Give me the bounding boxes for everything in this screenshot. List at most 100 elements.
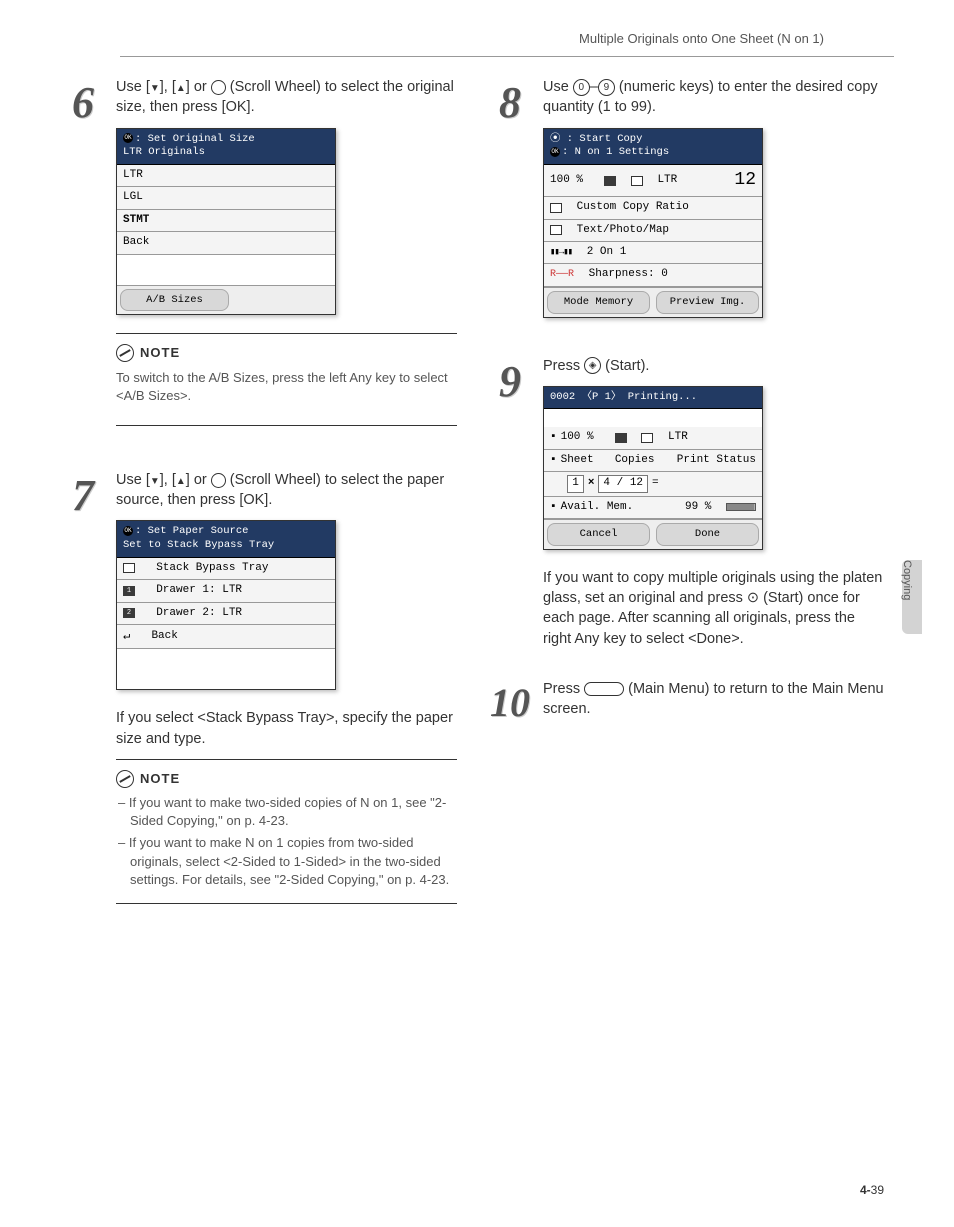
step-body: Press (Main Menu) to return to the Main …: [543, 679, 884, 730]
step-number: 9: [477, 356, 543, 659]
lcd-header: 0002 〈P 1〉 Printing...: [544, 387, 762, 410]
lcd-btn-done: Done: [656, 523, 759, 546]
lcd-header: OK: Set Original Size LTR Originals: [117, 129, 335, 165]
step-number: 10: [477, 679, 543, 730]
step-9: 9 Press ◈ (Start). 0002 〈P 1〉 Printing..…: [477, 356, 884, 659]
step-body: Use [], [] or (Scroll Wheel) to select t…: [116, 470, 457, 928]
ratio-icon: [550, 203, 562, 213]
ok-icon: OK: [123, 133, 133, 143]
lcd-btn-ab: A/B Sizes: [120, 289, 229, 312]
light-page-icon: [631, 176, 643, 186]
lcd-footer: A/B Sizes: [117, 285, 335, 315]
lcd-blank: [544, 409, 762, 427]
step-7: 7 Use [], [] or (Scroll Wheel) to select…: [50, 470, 457, 928]
tray-icon: [123, 563, 135, 573]
lcd-row-counts: 1 × 4 / 12 =: [544, 472, 762, 496]
note-title: NOTE: [116, 770, 457, 788]
lcd-row-quality: Text/Photo/Map: [544, 220, 762, 242]
step7-text: Use [], [] or (Scroll Wheel) to select t…: [116, 470, 457, 511]
lcd-footer: Cancel Done: [544, 519, 762, 549]
dark-page-icon: [615, 433, 627, 443]
step-body: Use [], [] or (Scroll Wheel) to select t…: [116, 77, 457, 450]
lcd-btn-preview: Preview Img.: [656, 291, 759, 314]
step-number: 7: [50, 470, 116, 928]
note-text: To switch to the A/B Sizes, press the le…: [116, 369, 457, 405]
step8-text: Use 0–9 (numeric keys) to enter the desi…: [543, 77, 884, 118]
main-menu-key-icon: [584, 682, 624, 696]
step-number: 6: [50, 77, 116, 450]
lcd-row-ratio: ▪ 100 % LTR: [544, 427, 762, 449]
drawer-2-icon: 2: [123, 608, 135, 618]
page-header: Multiple Originals onto One Sheet (N on …: [120, 0, 894, 57]
left-column: 6 Use [], [] or (Scroll Wheel) to select…: [40, 77, 467, 948]
page-number: 4-39: [860, 1182, 884, 1199]
step10-text: Press (Main Menu) to return to the Main …: [543, 679, 884, 720]
ok-icon: OK: [123, 526, 133, 536]
pencil-icon: [116, 344, 134, 362]
2on1-icon: [550, 245, 572, 260]
lcd-header: ⦿ : Start Copy OK: N on 1 Settings: [544, 129, 762, 165]
lcd-row-stmt: STMT: [117, 210, 335, 232]
step7-after: If you select <Stack Bypass Tray>, speci…: [116, 708, 457, 749]
step9-text: Press ◈ (Start).: [543, 356, 884, 376]
lcd-row-labels: ▪ Sheet Copies Print Status: [544, 450, 762, 472]
note-item-1: If you want to make two-sided copies of …: [116, 794, 457, 830]
light-page-icon: [641, 433, 653, 443]
copy-quantity: 12: [734, 168, 756, 193]
lcd-row-sharpness: R——R Sharpness: 0: [544, 264, 762, 286]
content-columns: 6 Use [], [] or (Scroll Wheel) to select…: [0, 77, 954, 948]
numeric-key-0: 0: [573, 79, 590, 96]
lcd-original-size: OK: Set Original Size LTR Originals LTR …: [116, 128, 336, 316]
lcd-paper-source: OK: Set Paper Source Set to Stack Bypass…: [116, 520, 336, 690]
down-triangle-icon: [150, 79, 160, 95]
lcd-row-ltr: LTR: [117, 165, 335, 187]
lcd-btn-cancel: Cancel: [547, 523, 650, 546]
step-10: 10 Press (Main Menu) to return to the Ma…: [477, 679, 884, 730]
step-6: 6 Use [], [] or (Scroll Wheel) to select…: [50, 77, 457, 450]
lcd-row-drawer1: 1 Drawer 1: LTR: [117, 580, 335, 602]
sheet-count: 1: [567, 475, 584, 492]
sharpness-icon: R——R: [550, 268, 574, 282]
lcd-row-bypass: Stack Bypass Tray: [117, 558, 335, 580]
header-title: Multiple Originals onto One Sheet (N on …: [579, 31, 824, 46]
lcd-row-2on1: 2 On 1: [544, 242, 762, 264]
scroll-wheel-icon: [211, 473, 226, 488]
copies-count: 4 / 12: [598, 475, 648, 492]
step6-text: Use [], [] or (Scroll Wheel) to select t…: [116, 77, 457, 118]
step-body: Use 0–9 (numeric keys) to enter the desi…: [543, 77, 884, 335]
return-icon: [123, 628, 130, 645]
step-8: 8 Use 0–9 (numeric keys) to enter the de…: [477, 77, 884, 335]
lcd-row-lgl: LGL: [117, 187, 335, 209]
note-box-1: NOTE To switch to the A/B Sizes, press t…: [116, 333, 457, 426]
note-title: NOTE: [116, 344, 457, 362]
lcd-printing: 0002 〈P 1〉 Printing... ▪ 100 % LTR ▪ She…: [543, 386, 763, 550]
step9-after: If you want to copy multiple originals u…: [543, 568, 884, 649]
doc-icon: [550, 225, 562, 235]
scroll-wheel-icon: [211, 80, 226, 95]
lcd-row-memory: ▪ Avail. Mem. 99 %: [544, 497, 762, 519]
step-number: 8: [477, 77, 543, 335]
start-key-icon: ◈: [584, 357, 601, 374]
down-triangle-icon: [150, 472, 160, 488]
up-triangle-icon: [176, 472, 186, 488]
lcd-row-drawer2: 2 Drawer 2: LTR: [117, 603, 335, 625]
lcd-btn-mode: Mode Memory: [547, 291, 650, 314]
pencil-icon: [116, 770, 134, 788]
memory-bar-icon: [726, 503, 756, 511]
lcd-non1-settings: ⦿ : Start Copy OK: N on 1 Settings 100 %…: [543, 128, 763, 318]
side-label: Copying: [899, 560, 914, 600]
up-triangle-icon: [176, 79, 186, 95]
numeric-key-9: 9: [598, 79, 615, 96]
lcd-footer: Mode Memory Preview Img.: [544, 287, 762, 317]
lcd-header: OK: Set Paper Source Set to Stack Bypass…: [117, 521, 335, 557]
ok-icon: OK: [550, 147, 560, 157]
note-item-2: If you want to make N on 1 copies from t…: [116, 834, 457, 889]
right-column: 8 Use 0–9 (numeric keys) to enter the de…: [467, 77, 894, 948]
dark-page-icon: [604, 176, 616, 186]
lcd-row-back: Back: [117, 232, 335, 254]
lcd-blank: [117, 255, 335, 285]
lcd-blank: [117, 649, 335, 689]
step-body: Press ◈ (Start). 0002 〈P 1〉 Printing... …: [543, 356, 884, 659]
note-box-2: NOTE If you want to make two-sided copie…: [116, 759, 457, 904]
lcd-row-back: Back: [117, 625, 335, 649]
